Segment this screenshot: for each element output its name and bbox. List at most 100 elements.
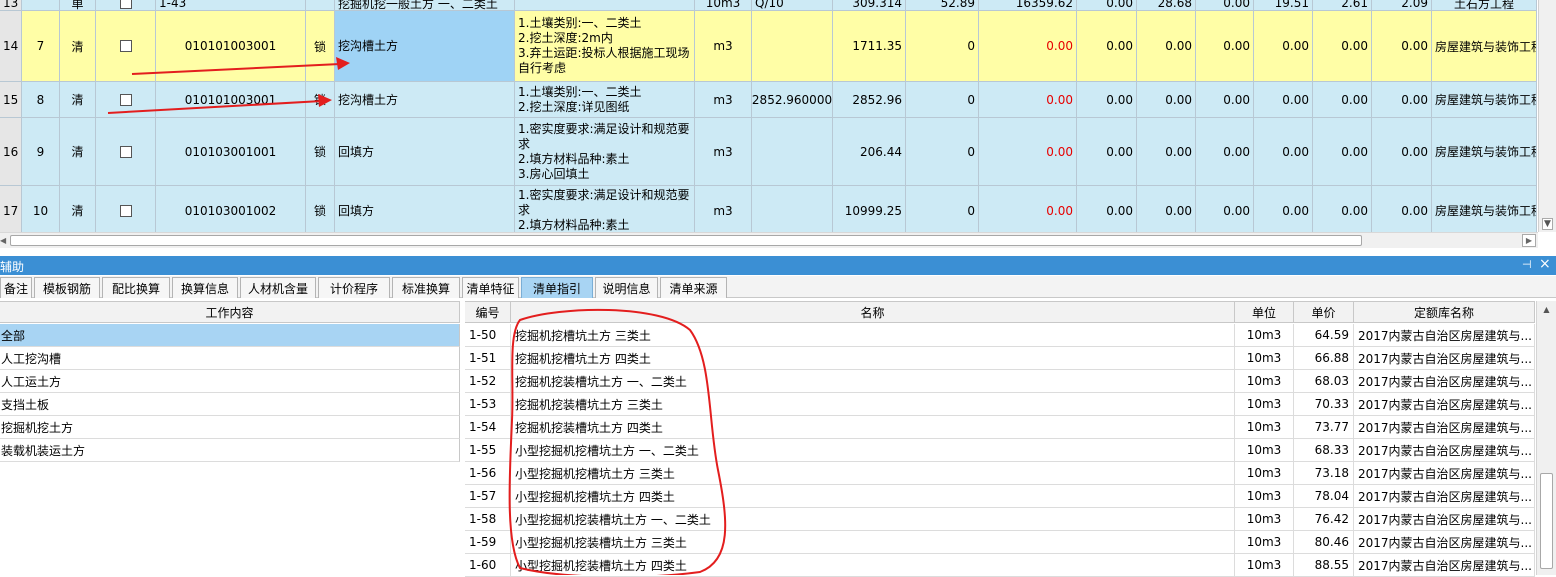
unit-cell[interactable]: m3	[695, 82, 752, 118]
scroll-up-icon[interactable]: ▲	[1541, 304, 1552, 316]
grid-row-17[interactable]: 17 10 清 010103001002 锁回填方 1.密实度要求:满足设计和规范要求 2…	[0, 186, 1537, 232]
desc-cell[interactable]: 1.密实度要求:满足设计和规范要求 2.填方材料品种:素土 3.房心回填土	[515, 118, 695, 186]
value-cell: 0.00	[1254, 11, 1313, 82]
select-cell[interactable]	[96, 186, 156, 232]
grid-row-15[interactable]: 15 8 清 010101003001 锁挖沟槽土方 1.土壤类别:一、二类土 2.挖土深…	[0, 82, 1537, 118]
pin-icon[interactable]: ⊣	[1522, 258, 1532, 271]
value-cell: 0.00	[1077, 186, 1137, 232]
lock-cell[interactable]: 锁	[306, 186, 335, 232]
quota-row[interactable]: 1-60 小型挖掘机挖装槽坑土方 四类土 10m3 88.55 2017内蒙古自治区房屋…	[465, 554, 1535, 577]
kind-cell: 清	[60, 186, 96, 232]
row-checkbox[interactable]	[119, 40, 132, 52]
desc-cell[interactable]: 1.土壤类别:一、二类土 2.挖土深度:详见图纸	[515, 82, 695, 118]
scroll-right-icon[interactable]: ▶	[1522, 234, 1536, 247]
seq-cell	[22, 0, 60, 11]
lock-cell[interactable]: 锁	[306, 118, 335, 186]
tab-8[interactable]: 清单指引	[521, 277, 593, 298]
kind-cell: 单	[60, 0, 96, 11]
name-cell[interactable]: 回填方	[335, 118, 515, 186]
amount-cell[interactable]: 2852.96	[833, 82, 906, 118]
select-cell[interactable]	[96, 11, 156, 82]
quota-row[interactable]: 1-58 小型挖掘机挖装槽坑土方 一、二类土 10m3 76.42 2017内蒙古自治区…	[465, 508, 1535, 531]
qty-cell[interactable]	[752, 11, 833, 82]
unit-cell[interactable]: m3	[695, 118, 752, 186]
col-header-name[interactable]: 名称	[511, 301, 1235, 323]
col-header-code[interactable]: 编号	[465, 301, 511, 323]
lock-cell[interactable]: 锁	[306, 11, 335, 82]
select-cell[interactable]	[96, 118, 156, 186]
name-cell[interactable]: 挖沟槽土方	[335, 82, 515, 118]
scroll-down-icon[interactable]: ▼	[1542, 218, 1553, 230]
tab-4[interactable]: 人材机含量	[240, 277, 316, 298]
col-header-library[interactable]: 定额库名称	[1354, 301, 1535, 323]
quota-row[interactable]: 1-57 小型挖掘机挖槽坑土方 四类土 10m3 78.04 2017内蒙古自治区房屋建…	[465, 485, 1535, 508]
quota-row[interactable]: 1-59 小型挖掘机挖装槽坑土方 三类土 10m3 80.46 2017内蒙古自治区房屋…	[465, 531, 1535, 554]
scroll-left-icon[interactable]: ◀	[0, 235, 9, 246]
quota-unit-cell: 10m3	[1235, 554, 1294, 577]
close-icon[interactable]: ×	[1539, 256, 1551, 272]
select-cell[interactable]	[96, 82, 156, 118]
code-cell[interactable]: 010101003001	[156, 82, 306, 118]
tab-3[interactable]: 换算信息	[172, 277, 238, 298]
row-checkbox[interactable]	[119, 204, 132, 217]
work-content-item[interactable]: 装载机装运土方	[0, 439, 460, 462]
work-content-item[interactable]: 人工挖沟槽	[0, 347, 460, 370]
qty-cell[interactable]: 2852.960000	[752, 82, 833, 118]
code-cell[interactable]: 010103001002	[156, 186, 306, 232]
col-header-unit[interactable]: 单位	[1235, 301, 1294, 323]
row-checkbox[interactable]	[119, 93, 132, 106]
qty-cell[interactable]	[752, 186, 833, 232]
desc-cell[interactable]: 1.土壤类别:一、二类土 2.挖土深度:2m内 3.弃土运距:投标人根据施工现场…	[515, 11, 695, 82]
grid-row-13[interactable]: 13 单 1-43 挖掘机挖一般土方 一、二类土 10m3 Q/10 309.314 52.8…	[0, 0, 1537, 11]
col-header-price[interactable]: 单价	[1294, 301, 1354, 323]
value-cell: 0	[906, 186, 979, 232]
name-cell[interactable]: 挖沟槽土方	[335, 11, 515, 82]
vertical-scroll-thumb[interactable]	[1540, 473, 1553, 569]
quota-row[interactable]: 1-51 挖掘机挖槽坑土方 四类土 10m3 66.88 2017内蒙古自治区房屋建筑与…	[465, 347, 1535, 370]
tab-7[interactable]: 清单特征	[462, 277, 519, 298]
work-content-item[interactable]: 全部	[0, 324, 460, 347]
amount-cell[interactable]: 1711.35	[833, 11, 906, 82]
grid-horizontal-scrollbar[interactable]: ◀ ▶	[0, 232, 1538, 248]
work-content-item[interactable]: 挖掘机挖土方	[0, 416, 460, 439]
horizontal-scroll-thumb[interactable]	[10, 235, 1362, 246]
quota-code-cell: 1-59	[465, 531, 511, 554]
quota-row[interactable]: 1-56 小型挖掘机挖槽坑土方 三类土 10m3 73.18 2017内蒙古自治区房屋建…	[465, 462, 1535, 485]
unit-cell[interactable]: m3	[695, 186, 752, 232]
qty-cell[interactable]	[752, 118, 833, 186]
quota-row[interactable]: 1-53 挖掘机挖装槽坑土方 三类土 10m3 70.33 2017内蒙古自治区房屋建筑…	[465, 393, 1535, 416]
quota-table-scrollbar[interactable]: ▲	[1536, 301, 1556, 575]
tab-6[interactable]: 标准换算	[392, 277, 460, 298]
tab-2[interactable]: 配比换算	[102, 277, 170, 298]
quota-row[interactable]: 1-52 挖掘机挖装槽坑土方 一、二类土 10m3 68.03 2017内蒙古自治区房屋…	[465, 370, 1535, 393]
value-cell: 0.00	[979, 11, 1077, 82]
tab-0[interactable]: 备注	[0, 277, 32, 298]
tab-9[interactable]: 说明信息	[595, 277, 658, 298]
grid-row-14[interactable]: 14 7 清 010101003001 锁挖沟槽土方 1.土壤类别:一、二类土 2.挖土深…	[0, 11, 1537, 82]
grid-row-16[interactable]: 16 9 清 010103001001 锁回填方 1.密实度要求:满足设计和规范要求 2.…	[0, 118, 1537, 186]
code-cell[interactable]: 010103001001	[156, 118, 306, 186]
work-content-item[interactable]: 人工运土方	[0, 370, 460, 393]
quota-row[interactable]: 1-55 小型挖掘机挖槽坑土方 一、二类土 10m3 68.33 2017内蒙古自治区房…	[465, 439, 1535, 462]
quota-row[interactable]: 1-50 挖掘机挖槽坑土方 三类土 10m3 64.59 2017内蒙古自治区房屋建筑与…	[465, 324, 1535, 347]
row-checkbox[interactable]	[119, 0, 132, 9]
quota-row[interactable]: 1-54 挖掘机挖装槽坑土方 四类土 10m3 73.77 2017内蒙古自治区房屋建筑…	[465, 416, 1535, 439]
unit-cell[interactable]: m3	[695, 11, 752, 82]
kind-cell: 清	[60, 11, 96, 82]
desc-cell[interactable]: 1.密实度要求:满足设计和规范要求 2.填方材料品种:素土	[515, 186, 695, 232]
work-content-item[interactable]: 支挡土板	[0, 393, 460, 416]
quota-name-cell: 小型挖掘机挖装槽坑土方 三类土	[511, 531, 1235, 554]
quota-code-cell: 1-60	[465, 554, 511, 577]
tab-10[interactable]: 清单来源	[660, 277, 727, 298]
code-cell[interactable]: 010101003001	[156, 11, 306, 82]
tab-1[interactable]: 模板钢筋	[34, 277, 100, 298]
select-cell[interactable]	[96, 0, 156, 11]
row-checkbox[interactable]	[119, 145, 132, 158]
amount-cell[interactable]: 10999.25	[833, 186, 906, 232]
seq-cell: 9	[22, 118, 60, 186]
grid-vertical-scrollbar[interactable]: ▼	[1538, 0, 1556, 232]
lock-cell[interactable]: 锁	[306, 82, 335, 118]
tab-5[interactable]: 计价程序	[318, 277, 390, 298]
amount-cell[interactable]: 206.44	[833, 118, 906, 186]
name-cell[interactable]: 回填方	[335, 186, 515, 232]
